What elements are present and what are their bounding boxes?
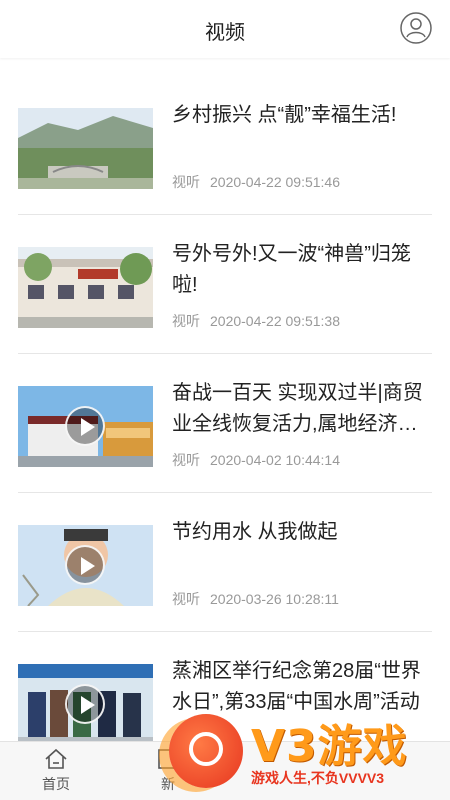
- item-source: 视听: [172, 452, 200, 468]
- list-item[interactable]: 节约用水 从我做起 视听 2020-03-26 10:28:11: [18, 493, 432, 632]
- item-meta: 视听 2020-04-02 10:44:14: [172, 450, 350, 470]
- page-title: 视频: [205, 22, 245, 44]
- item-time: 2020-04-22 09:51:38: [210, 313, 340, 329]
- item-meta: 视听 2020-04-22 09:51:38: [172, 311, 350, 331]
- watermark-brand: V3游戏: [251, 721, 408, 772]
- item-time: 2020-03-26 10:28:11: [210, 591, 339, 607]
- user-profile-icon[interactable]: [400, 12, 432, 44]
- home-icon: [45, 748, 67, 769]
- item-title[interactable]: 乡村振兴 点“靓”幸福生活!: [172, 100, 428, 131]
- list-item[interactable]: 号外号外!又一波“神兽”归笼啦! 视听 2020-04-22 09:51:38: [18, 215, 432, 354]
- play-icon[interactable]: [65, 406, 105, 446]
- tab-home-label: 首页: [42, 776, 70, 792]
- item-title[interactable]: 奋战一百天 实现双过半|商贸业全线恢复活力,属地经济持续回暖: [172, 378, 428, 440]
- video-thumbnail[interactable]: [18, 386, 153, 467]
- video-thumbnail[interactable]: [18, 664, 153, 745]
- item-time: 2020-04-22 09:51:46: [210, 174, 340, 190]
- header-bar: 视频: [0, 0, 450, 58]
- item-time: 2020-04-02 10:44:14: [210, 452, 340, 468]
- watermark-slogan: 游戏人生,不负VVVV3: [251, 770, 385, 786]
- watermark-logo: V3游戏 游戏人生,不负VVVV3: [165, 706, 450, 796]
- video-thumbnail[interactable]: [18, 525, 153, 606]
- item-source: 视听: [172, 591, 200, 607]
- item-meta: 视听 2020-04-22 09:51:46: [172, 172, 350, 192]
- video-thumbnail[interactable]: [18, 108, 153, 189]
- watermark-music-icon: [169, 714, 243, 788]
- video-thumbnail[interactable]: [18, 247, 153, 328]
- video-list: 乡村振兴 点“靓”幸福生活! 视听 2020-04-22 09:51:46 号外号…: [18, 76, 432, 770]
- item-source: 视听: [172, 313, 200, 329]
- list-item[interactable]: 奋战一百天 实现双过半|商贸业全线恢复活力,属地经济持续回暖 视听 2020-04…: [18, 354, 432, 493]
- item-source: 视听: [172, 174, 200, 190]
- item-title[interactable]: 号外号外!又一波“神兽”归笼啦!: [172, 239, 428, 301]
- play-icon[interactable]: [65, 545, 105, 585]
- tab-home[interactable]: 首页: [0, 748, 112, 794]
- item-title[interactable]: 节约用水 从我做起: [172, 517, 428, 548]
- play-icon[interactable]: [65, 684, 105, 724]
- item-meta: 视听 2020-03-26 10:28:11: [172, 589, 349, 609]
- list-item[interactable]: 乡村振兴 点“靓”幸福生活! 视听 2020-04-22 09:51:46: [18, 76, 432, 215]
